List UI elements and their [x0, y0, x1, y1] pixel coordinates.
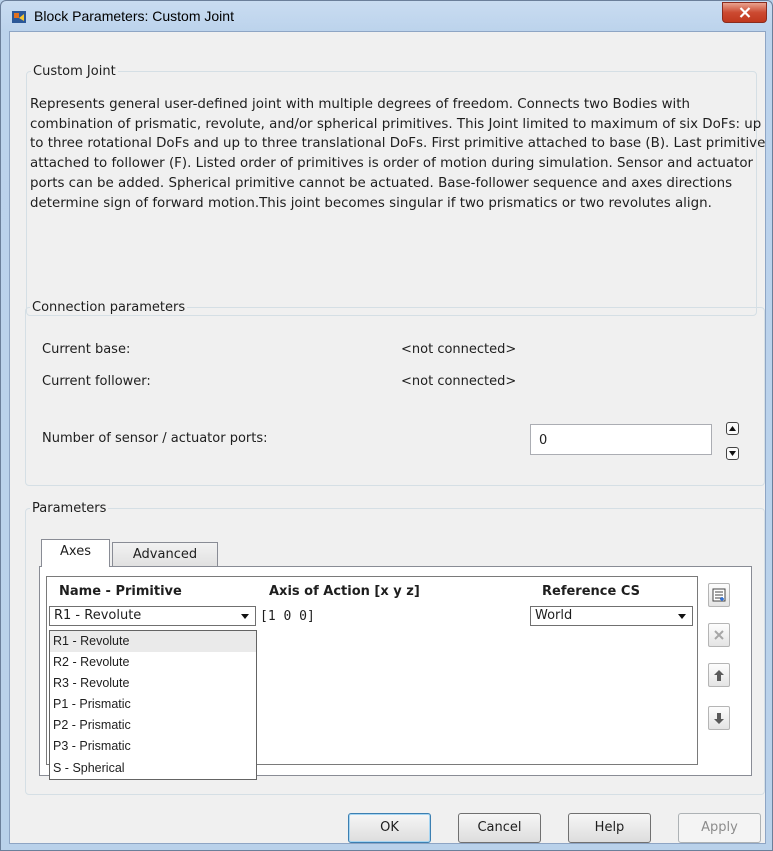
reference-cs-value: World [535, 608, 573, 623]
add-row-icon [712, 588, 726, 602]
chevron-down-icon [729, 451, 736, 456]
dropdown-option[interactable]: P2 - Prismatic [50, 715, 256, 736]
reference-cs-select[interactable]: World [530, 606, 693, 626]
dropdown-option[interactable]: S - Spherical [50, 758, 256, 779]
column-header-axis: Axis of Action [x y z] [269, 584, 420, 599]
close-icon [739, 7, 750, 18]
dropdown-option[interactable]: P3 - Prismatic [50, 736, 256, 757]
cancel-button[interactable]: Cancel [458, 813, 541, 843]
dropdown-arrow-icon [241, 614, 249, 619]
ports-input[interactable]: 0 [530, 424, 712, 455]
primitive-select[interactable]: R1 - Revolute [49, 606, 256, 626]
close-button[interactable] [722, 2, 767, 23]
tab-axes[interactable]: Axes [41, 539, 110, 567]
current-base-label: Current base: [42, 342, 131, 357]
current-follower-value: <not connected> [401, 374, 517, 389]
ok-button[interactable]: OK [348, 813, 431, 843]
chevron-up-icon [729, 426, 736, 431]
primitive-dropdown-list[interactable]: R1 - Revolute R2 - Revolute R3 - Revolut… [49, 630, 257, 780]
help-button[interactable]: Help [568, 813, 651, 843]
primitive-select-value: R1 - Revolute [54, 608, 142, 623]
description-legend: Custom Joint [33, 64, 116, 79]
dropdown-arrow-icon [678, 614, 686, 619]
apply-button[interactable]: Apply [678, 813, 761, 843]
title-bar[interactable]: Block Parameters: Custom Joint [1, 1, 772, 31]
delete-row-icon [714, 630, 724, 640]
move-up-button[interactable] [708, 663, 730, 687]
window-title: Block Parameters: Custom Joint [34, 8, 234, 24]
column-header-primitive: Name - Primitive [59, 584, 182, 599]
tab-advanced[interactable]: Advanced [112, 542, 218, 567]
dropdown-option[interactable]: P1 - Prismatic [50, 694, 256, 715]
dialog-window: Block Parameters: Custom Joint Custom Jo… [0, 0, 773, 851]
dropdown-option[interactable]: R3 - Revolute [50, 673, 256, 694]
ports-label: Number of sensor / actuator ports: [42, 431, 268, 446]
column-header-reference: Reference CS [542, 584, 640, 599]
block-description: Represents general user-defined joint wi… [30, 97, 766, 211]
dropdown-option[interactable]: R1 - Revolute [50, 631, 256, 653]
parameters-legend: Parameters [32, 501, 107, 516]
decrement-button[interactable] [726, 447, 739, 460]
arrow-down-icon [714, 712, 724, 724]
arrow-up-icon [714, 669, 724, 681]
move-down-button[interactable] [708, 706, 730, 730]
current-follower-label: Current follower: [42, 374, 151, 389]
delete-row-button[interactable] [708, 623, 730, 647]
connection-group: Connection parameters [25, 300, 765, 486]
dropdown-option[interactable]: R2 - Revolute [50, 652, 256, 673]
simulink-block-icon [12, 11, 26, 23]
add-row-button[interactable] [708, 583, 730, 607]
increment-button[interactable] [726, 422, 739, 435]
connection-legend: Connection parameters [32, 300, 186, 315]
current-base-value: <not connected> [401, 342, 517, 357]
axis-of-action-cell[interactable]: [1 0 0] [260, 609, 315, 624]
